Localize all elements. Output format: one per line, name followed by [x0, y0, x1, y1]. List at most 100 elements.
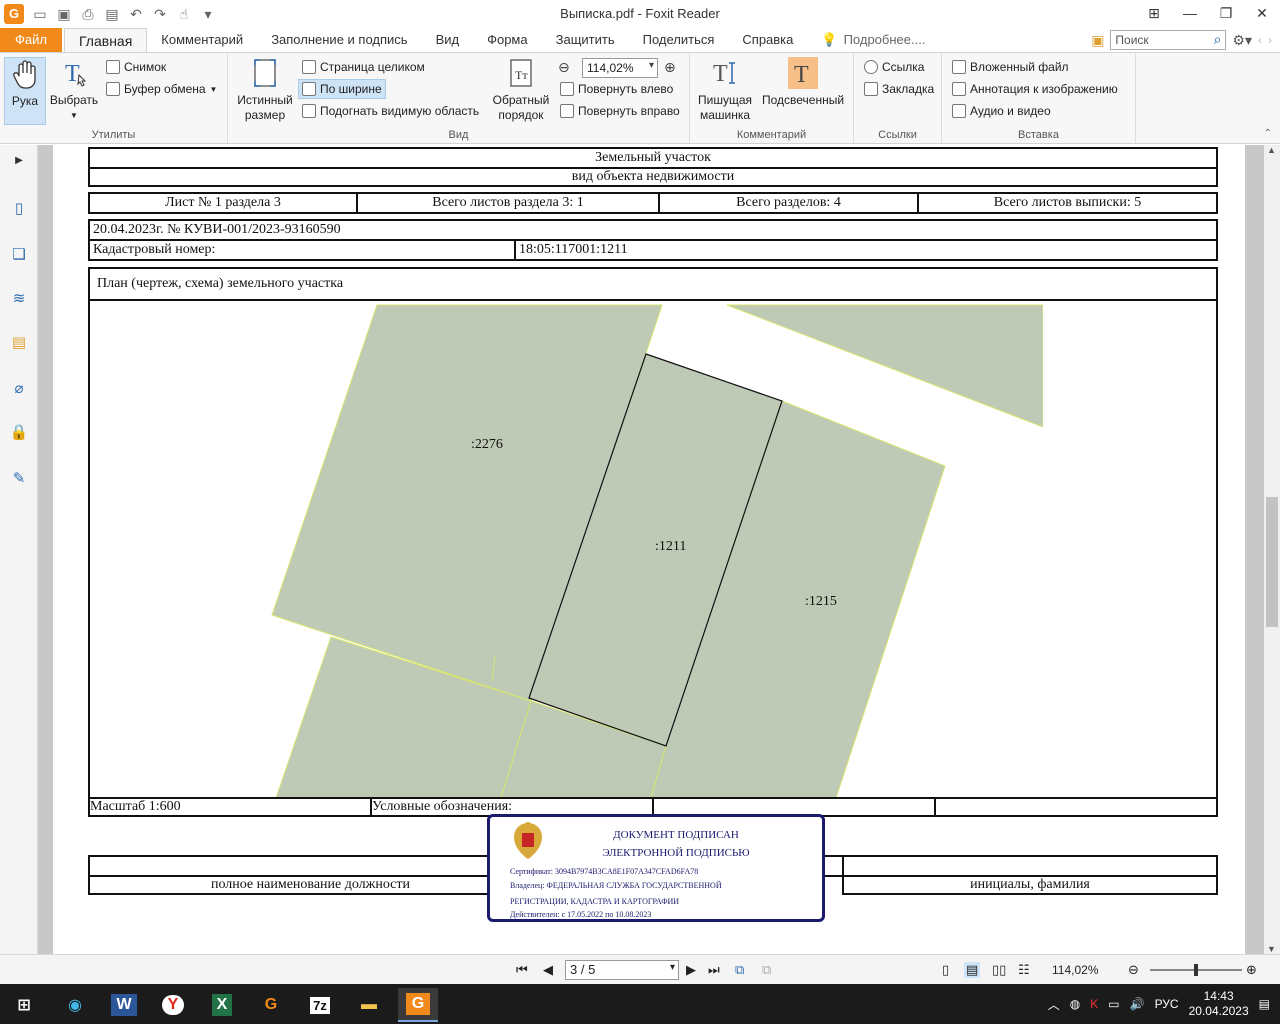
zoom-select[interactable]: 114,02% — [582, 58, 658, 78]
scale-cell: Масштаб 1:600 — [88, 797, 372, 817]
snapshot-button[interactable]: Снимок — [106, 57, 166, 77]
layers-panel-icon[interactable]: ≋ — [8, 287, 30, 309]
scroll-down-icon[interactable]: ▼ — [1267, 944, 1276, 954]
vertical-scrollbar[interactable]: ▲ ▼ — [1264, 145, 1280, 954]
excel-taskbar-icon[interactable]: X — [202, 988, 242, 1022]
search-icon[interactable]: ⌕ — [1214, 31, 1222, 48]
facing-pages-icon[interactable]: ▯▯ — [992, 962, 1006, 978]
find-folder-icon[interactable]: ▣ — [1091, 32, 1104, 49]
continuous-page-icon[interactable]: ▤ — [964, 962, 981, 978]
7zip-taskbar-icon[interactable]: 7z — [300, 988, 340, 1022]
utilities-group-label: Утилиты — [91, 129, 136, 141]
minimize-button[interactable]: — — [1172, 0, 1208, 26]
tray-kaspersky-icon[interactable]: K — [1090, 997, 1098, 1011]
next-view-icon[interactable]: ⧉ — [762, 962, 771, 978]
status-zoom-out-icon[interactable]: ⊖ — [1128, 962, 1139, 978]
settings-icon[interactable]: ⚙▾ — [1232, 32, 1252, 49]
comments-panel-icon[interactable]: ▤ — [8, 331, 30, 353]
tab-fill-sign[interactable]: Заполнение и подпись — [257, 28, 421, 52]
reverse-view-button[interactable]: Tт Обратный порядок — [490, 57, 552, 137]
tab-file[interactable]: Файл — [0, 28, 62, 52]
attachments-panel-icon[interactable]: ⌀ — [8, 377, 30, 399]
prev-result-icon[interactable]: ‹ — [1258, 33, 1262, 47]
actual-size-button[interactable]: Истинный размер — [234, 57, 296, 137]
foxit-phantom-taskbar-icon[interactable]: G — [251, 988, 291, 1022]
zoom-out-icon[interactable]: ⊖ — [558, 59, 570, 76]
explorer-taskbar-icon[interactable]: ▬ — [349, 988, 389, 1022]
tab-comment[interactable]: Комментарий — [147, 28, 257, 52]
rotate-left-button[interactable]: Повернуть влево — [560, 79, 673, 99]
status-zoom-in-icon[interactable]: ⊕ — [1246, 962, 1257, 978]
tab-help[interactable]: Справка — [728, 28, 807, 52]
expand-panel-icon[interactable]: ▶ — [8, 149, 30, 171]
tray-volume-icon[interactable]: 🔊 — [1130, 997, 1145, 1011]
clipboard-icon — [106, 82, 120, 96]
view-group-label: Вид — [448, 129, 469, 141]
start-button[interactable]: ⊞ — [4, 988, 44, 1022]
scroll-up-icon[interactable]: ▲ — [1267, 145, 1276, 155]
hand-label: Рука — [11, 94, 39, 108]
tab-home[interactable]: Главная — [64, 28, 148, 52]
tray-network-icon[interactable]: ▭ — [1108, 997, 1119, 1011]
next-result-icon[interactable]: › — [1268, 33, 1272, 47]
security-panel-icon[interactable]: 🔒 — [8, 421, 30, 443]
select-tool-button[interactable]: T Выбрать ▼ — [48, 57, 100, 125]
restore-button[interactable]: ❐ — [1208, 0, 1244, 26]
attachment-icon — [952, 60, 966, 74]
zoom-in-icon[interactable]: ⊕ — [664, 59, 676, 76]
date-number: 20.04.2023г. № КУВИ-001/2023-93160590 — [88, 219, 1218, 241]
single-page-icon[interactable]: ▯ — [942, 962, 949, 978]
bookmark-button[interactable]: Закладка — [864, 79, 934, 99]
clipboard-button[interactable]: Буфер обмена ▼ — [106, 79, 217, 99]
tray-overflow-icon[interactable]: ︿ — [1048, 996, 1060, 1013]
page-number-input[interactable]: 3 / 5 — [565, 960, 679, 980]
fit-visible-button[interactable]: Подогнать видимую область — [302, 101, 479, 121]
hand-tool-button[interactable]: Рука — [4, 57, 46, 125]
collapse-ribbon-icon[interactable]: ⌃ — [1264, 128, 1272, 139]
tab-form[interactable]: Форма — [473, 28, 542, 52]
foxit-reader-taskbar-icon[interactable]: G — [398, 988, 438, 1022]
tab-share[interactable]: Поделиться — [629, 28, 729, 52]
document-area[interactable]: Земельный участок вид объекта недвижимос… — [38, 145, 1264, 954]
typewriter-button[interactable]: T Пишущая машинка — [696, 57, 754, 137]
signatures-panel-icon[interactable]: ✎ — [8, 467, 30, 489]
fit-page-button[interactable]: Страница целиком — [302, 57, 425, 77]
pages-panel-icon[interactable]: ❏ — [8, 243, 30, 265]
yandex-taskbar-icon[interactable]: Y — [153, 988, 193, 1022]
tray-app-icon[interactable]: ◍ — [1070, 997, 1080, 1011]
highlight-button[interactable]: T Подсвеченный — [758, 57, 848, 121]
select-text-icon: T — [65, 61, 87, 87]
audio-video-button[interactable]: Аудио и видео — [952, 101, 1051, 121]
previous-view-icon[interactable]: ⧉ — [735, 962, 744, 978]
link-button[interactable]: Ссылка — [864, 57, 924, 77]
fit-visible-icon — [302, 104, 316, 118]
bookmarks-panel-icon[interactable]: ▯ — [8, 197, 30, 219]
ribbon-layout-icon[interactable]: ⊞ — [1136, 0, 1172, 26]
tab-protect[interactable]: Защитить — [542, 28, 629, 52]
last-page-icon[interactable]: ⏭ — [708, 962, 720, 978]
fit-width-button[interactable]: По ширине — [298, 79, 386, 99]
word-taskbar-icon[interactable]: W — [104, 988, 144, 1022]
image-annotation-button[interactable]: Аннотация к изображению — [952, 79, 1118, 99]
notifications-icon[interactable]: ▤ — [1259, 997, 1270, 1011]
scrollbar-thumb[interactable] — [1266, 497, 1278, 627]
search-input[interactable]: Поиск ⌕ — [1110, 30, 1227, 50]
tell-me-more[interactable]: 💡 Подробнее.... — [807, 28, 939, 52]
attachment-button[interactable]: Вложенный файл — [952, 57, 1069, 77]
next-page-icon[interactable]: ▶ — [686, 962, 696, 978]
previous-page-icon[interactable]: ◀ — [543, 962, 553, 978]
close-button[interactable]: ✕ — [1244, 0, 1280, 26]
zoom-slider[interactable] — [1150, 964, 1242, 976]
tab-view[interactable]: Вид — [422, 28, 474, 52]
tray-language[interactable]: РУС — [1155, 997, 1179, 1011]
group-insert: Вложенный файл Аннотация к изображению А… — [942, 53, 1136, 143]
tray-clock[interactable]: 14:43 20.04.2023 — [1189, 989, 1249, 1019]
edge-taskbar-icon[interactable]: ◉ — [55, 988, 95, 1022]
continuous-facing-icon[interactable]: ☷ — [1018, 962, 1030, 978]
select-dropdown-icon[interactable]: ▼ — [48, 108, 100, 123]
image-icon — [952, 82, 966, 96]
first-page-icon[interactable]: ⏮ — [516, 962, 528, 978]
snapshot-label: Снимок — [124, 60, 167, 74]
zoom-slider-handle[interactable] — [1194, 964, 1198, 976]
rotate-right-button[interactable]: Повернуть вправо — [560, 101, 680, 121]
